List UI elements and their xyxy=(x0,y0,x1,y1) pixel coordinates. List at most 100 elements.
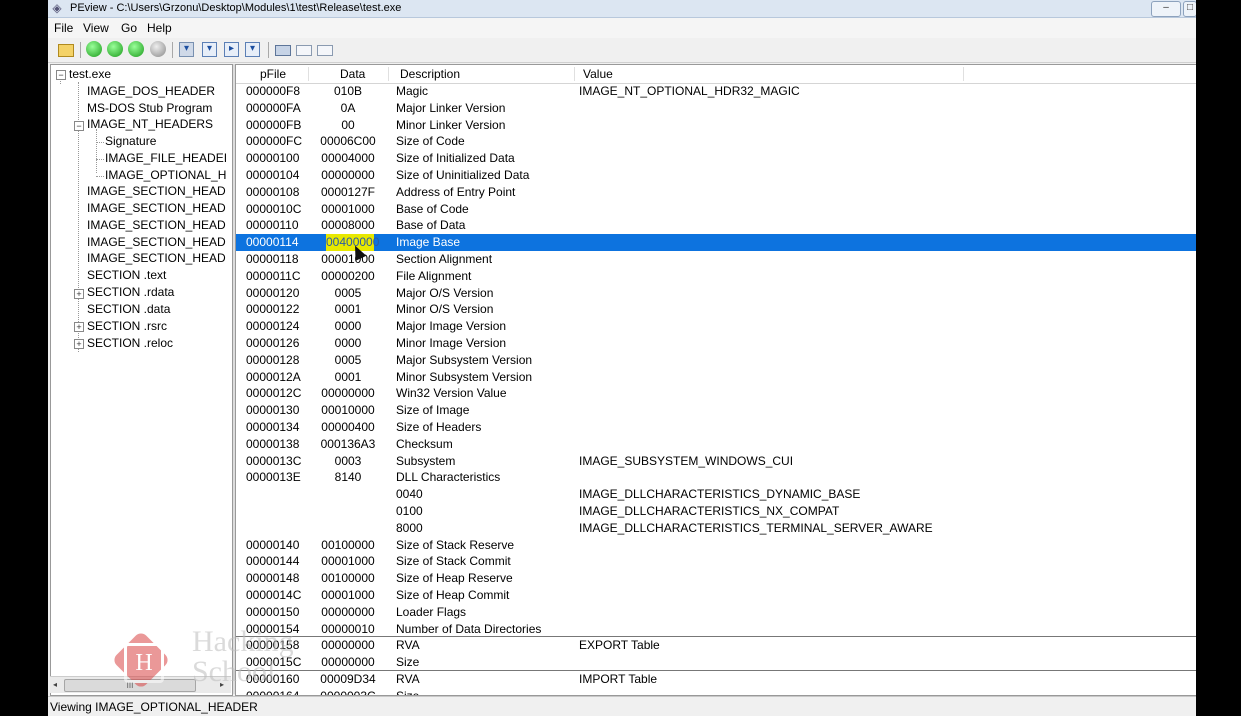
table-row[interactable]: 0000014C 00001000 Size of Heap Commit xyxy=(236,587,1196,604)
table-row[interactable]: 00000126 0000 Minor Image Version xyxy=(236,335,1196,352)
table-row[interactable]: 00000110 00008000 Base of Data xyxy=(236,217,1196,234)
table-row[interactable]: 000000FB 00 Minor Linker Version xyxy=(236,117,1196,134)
tree-item-signature[interactable]: Signature xyxy=(105,133,156,149)
tree-item-section-rdata[interactable]: SECTION .rdata xyxy=(87,284,174,300)
table-row[interactable]: 00000144 00001000 Size of Stack Commit xyxy=(236,553,1196,570)
cell-pfile: 00000148 xyxy=(246,571,300,586)
table-row[interactable]: 00000120 0005 Major O/S Version xyxy=(236,285,1196,302)
up-icon[interactable] xyxy=(128,41,144,57)
table-row[interactable]: 00000158 00000000 RVA EXPORT Table xyxy=(236,637,1196,654)
stop-icon[interactable] xyxy=(150,41,166,57)
table-row[interactable]: 00000104 00000000 Size of Uninitialized Da… xyxy=(236,167,1196,184)
tree-expand-toggle[interactable]: + xyxy=(74,289,84,299)
go-to-section-icon[interactable]: ▾ xyxy=(202,42,217,57)
tree-collapse-toggle[interactable]: − xyxy=(74,121,84,131)
tree-item-image-dos-header[interactable]: IMAGE_DOS_HEADER xyxy=(87,83,215,99)
table-row[interactable]: 00000160 00009D34 RVA IMPORT Table xyxy=(236,671,1196,688)
menu-file[interactable]: File xyxy=(54,20,73,36)
tree-item-section-header[interactable]: IMAGE_SECTION_HEAD xyxy=(87,200,226,216)
cell-value: IMAGE_DLLCHARACTERISTICS_NX_COMPAT xyxy=(579,504,840,518)
column-divider[interactable] xyxy=(963,67,964,81)
title-bar[interactable]: ◈ PEview - C:\Users\Grzonu\Desktop\Modul… xyxy=(48,0,1196,18)
open-folder-icon[interactable] xyxy=(58,44,74,57)
column-divider[interactable] xyxy=(388,67,389,81)
toolbar-separator xyxy=(268,42,269,58)
table-row[interactable]: 0000010C 00001000 Base of Code xyxy=(236,201,1196,218)
table-row[interactable]: 0000015C 00000000 Size xyxy=(236,654,1196,671)
table-row[interactable]: 00000138 000136A3 Checksum xyxy=(236,436,1196,453)
table-row[interactable]: 00000148 00100000 Size of Heap Reserve xyxy=(236,570,1196,587)
table-row[interactable]: 00000128 0005 Major Subsystem Version xyxy=(236,352,1196,369)
menu-view[interactable]: View xyxy=(83,20,109,36)
table-row[interactable]: 0000012C 00000000 Win32 Version Value xyxy=(236,385,1196,402)
column-header-description[interactable]: Description xyxy=(400,65,460,83)
table-row[interactable]: 00000130 00010000 Size of Image xyxy=(236,402,1196,419)
column-header-data[interactable]: Data xyxy=(340,65,365,83)
table-row[interactable]: 00000140 00100000 Size of Stack Reserve xyxy=(236,537,1196,554)
column-divider[interactable] xyxy=(574,67,575,81)
table-row[interactable]: 00000164 0000003C Size xyxy=(236,688,1196,695)
table-row[interactable]: 0000012A 0001 Minor Subsystem Version xyxy=(236,369,1196,386)
back-icon[interactable] xyxy=(86,41,102,57)
tree-pane[interactable]: − test.exe IMAGE_DOS_HEADER MS-DOS Stub … xyxy=(50,64,233,696)
tree-item-section-reloc[interactable]: SECTION .reloc xyxy=(87,335,173,351)
maximize-button[interactable]: □ xyxy=(1183,1,1196,17)
table-row[interactable]: 0000013E 8140 DLL Characteristics xyxy=(236,469,1196,486)
tree-item-section-data[interactable]: SECTION .data xyxy=(87,301,170,317)
table-row[interactable]: 8000 IMAGE_DLLCHARACTERISTICS_TERMINAL_SE… xyxy=(236,520,1196,537)
menu-go[interactable]: Go xyxy=(121,20,137,36)
view-list-icon[interactable] xyxy=(317,45,333,56)
table-row[interactable]: 00000108 0000127F Address of Entry Point xyxy=(236,184,1196,201)
view-byte-icon[interactable] xyxy=(296,45,312,56)
table-row[interactable]: 0000013C 0003 Subsystem IMAGE_SUBSYSTEM_WIN… xyxy=(236,453,1196,470)
tree-item-ms-dos-stub[interactable]: MS-DOS Stub Program xyxy=(87,100,212,116)
scroll-left-icon[interactable]: ◂ xyxy=(53,680,57,689)
tree-item-section-header[interactable]: IMAGE_SECTION_HEAD xyxy=(87,250,226,266)
minimize-button[interactable]: – xyxy=(1151,1,1181,17)
menu-help[interactable]: Help xyxy=(147,20,172,36)
table-row[interactable]: 00000154 00000010 Number of Data Directori… xyxy=(236,621,1196,638)
column-header-value[interactable]: Value xyxy=(583,65,613,83)
table-row[interactable]: 0100 IMAGE_DLLCHARACTERISTICS_NX_COMPAT xyxy=(236,503,1196,520)
tree-item-image-file-header[interactable]: IMAGE_FILE_HEADEI xyxy=(105,150,227,166)
view-hex-icon[interactable] xyxy=(275,45,291,56)
import-icon[interactable]: ▸ xyxy=(224,42,239,57)
tree-item-section-header[interactable]: IMAGE_SECTION_HEAD xyxy=(87,234,226,250)
tree-collapse-toggle[interactable]: − xyxy=(56,70,66,80)
tree-item-image-nt-headers[interactable]: IMAGE_NT_HEADERS xyxy=(87,116,213,132)
column-header-pfile[interactable]: pFile xyxy=(260,65,286,83)
cell-description: RVA xyxy=(396,672,420,686)
tree-expand-toggle[interactable]: + xyxy=(74,339,84,349)
tree-item-section-rsrc[interactable]: SECTION .rsrc xyxy=(87,318,167,334)
column-divider[interactable] xyxy=(308,67,309,81)
table-row[interactable]: 00000118 00001000 Section Alignment xyxy=(236,251,1196,268)
table-row[interactable]: 00000122 0001 Minor O/S Version xyxy=(236,301,1196,318)
table-row[interactable]: 000000FA 0A Major Linker Version xyxy=(236,100,1196,117)
cell-pfile: 00000134 xyxy=(246,420,300,434)
table-row[interactable]: 0000011C 00000200 File Alignment xyxy=(236,268,1196,285)
table-row[interactable]: 00000134 00000400 Size of Headers xyxy=(236,419,1196,436)
table-row-selected[interactable]: 00000114 00400000 Image Base xyxy=(236,234,1196,252)
list-header: pFile Data Description Value xyxy=(236,65,1196,84)
tree-expand-toggle[interactable]: + xyxy=(74,322,84,332)
tree-item-section-header[interactable]: IMAGE_SECTION_HEAD xyxy=(87,217,226,233)
table-row[interactable]: 00000150 00000000 Loader Flags xyxy=(236,604,1196,621)
go-to-header-icon[interactable]: ▾ xyxy=(179,42,194,57)
table-row[interactable]: 000000F8 010B Magic IMAGE_NT_OPTIONAL_HDR32… xyxy=(236,83,1196,100)
forward-icon[interactable] xyxy=(107,41,123,57)
cell-data: 00009D34 xyxy=(320,672,376,686)
cell-data: 00100000 xyxy=(321,571,375,586)
table-row[interactable]: 000000FC 00006C00 Size of Code xyxy=(236,133,1196,150)
tree-item-test-exe[interactable]: test.exe xyxy=(69,66,111,82)
table-row[interactable]: 0040 IMAGE_DLLCHARACTERISTICS_DYNAMIC_BAS… xyxy=(236,486,1196,503)
export-icon[interactable]: ▾ xyxy=(245,42,260,57)
cell-value: IMPORT Table xyxy=(579,672,658,686)
table-row[interactable]: 00000124 0000 Major Image Version xyxy=(236,318,1196,335)
cell-data: 00001000 xyxy=(321,554,375,569)
table-row[interactable]: 00000100 00004000 Size of Initialized Data xyxy=(236,150,1196,167)
tree-item-image-optional-header[interactable]: IMAGE_OPTIONAL_H xyxy=(105,167,226,183)
cell-description: RVA xyxy=(396,638,420,653)
tree-item-section-text[interactable]: SECTION .text xyxy=(87,267,166,283)
tree-item-section-header[interactable]: IMAGE_SECTION_HEAD xyxy=(87,183,226,199)
detail-list[interactable]: pFile Data Description Value 000000F8 010… xyxy=(235,64,1196,696)
